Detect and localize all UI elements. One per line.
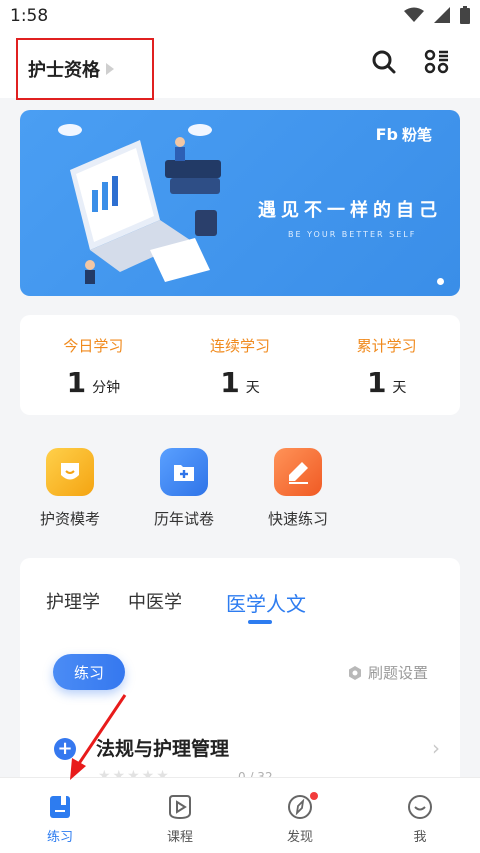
tab-medical-humanities[interactable]: 医学人文 — [226, 588, 306, 617]
stat-total: 累计学习 1 天 — [313, 315, 460, 415]
banner-subtitle: BE YOUR BETTER SELF — [288, 230, 417, 239]
shortcut-label: 快速练习 — [267, 510, 328, 528]
wifi-icon — [404, 7, 424, 22]
profile-smile-icon — [405, 792, 435, 822]
category-menu-icon[interactable] — [423, 48, 451, 76]
status-bar: 1:58 — [0, 0, 480, 34]
courses-play-icon — [165, 792, 195, 822]
stat-value: 1 — [220, 366, 240, 399]
chevron-right-icon: › — [432, 736, 440, 760]
mock-exam-icon — [46, 448, 94, 496]
study-stats-card: 今日学习 1 分钟 连续学习 1 天 累计学习 1 天 — [20, 315, 460, 415]
chapter-row[interactable]: + 法规与护理管理 › ★★★★★ 0 / 32 — [50, 732, 440, 784]
chapter-title: 法规与护理管理 — [96, 738, 230, 760]
banner-logo-mark: Fb — [375, 125, 398, 144]
shortcut-past-papers[interactable]: 历年试卷 — [144, 448, 224, 529]
search-icon[interactable] — [370, 48, 398, 76]
stat-label: 今日学习 — [63, 337, 124, 355]
expand-plus-icon[interactable]: + — [54, 738, 76, 760]
nav-me[interactable]: 我 — [360, 778, 480, 853]
stat-value: 1 — [366, 366, 387, 399]
past-papers-icon — [160, 448, 208, 496]
quick-practice-icon — [274, 448, 322, 496]
stat-label: 连续学习 — [210, 337, 271, 355]
tab-active-indicator — [248, 620, 272, 624]
stat-unit: 分钟 — [92, 380, 121, 396]
signal-icon — [434, 7, 450, 23]
banner-illustration — [58, 124, 221, 284]
shortcut-quick-practice[interactable]: 快速练习 — [258, 448, 338, 529]
shortcut-label: 护资模考 — [39, 510, 100, 528]
nav-label: 课程 — [166, 830, 193, 845]
header: 护士资格 — [0, 34, 480, 100]
nav-discover[interactable]: 发现 — [240, 778, 360, 853]
shortcut-label: 历年试卷 — [153, 510, 214, 528]
nav-label: 练习 — [46, 830, 73, 845]
stat-value: 1 — [66, 366, 87, 399]
stat-streak: 连续学习 1 天 — [167, 315, 314, 415]
stat-label: 累计学习 — [356, 337, 417, 355]
stat-unit: 天 — [245, 380, 260, 396]
nav-label: 我 — [413, 830, 427, 845]
settings-label: 刷题设置 — [367, 664, 428, 682]
status-icons — [404, 6, 470, 24]
promo-banner[interactable]: Fb 粉笔 遇见不一样的自己 BE YOUR BETTER SELF — [20, 110, 460, 296]
exam-title: 护士资格 — [28, 60, 100, 81]
banner-logo: Fb 粉笔 — [376, 124, 432, 145]
settings-icon — [348, 665, 361, 680]
battery-icon — [460, 6, 470, 24]
shortcut-mock-exam[interactable]: 护资模考 — [30, 448, 110, 529]
practice-book-icon — [45, 792, 75, 822]
nav-courses[interactable]: 课程 — [120, 778, 240, 853]
shortcut-grid: 护资模考 历年试卷 快速练习 — [20, 448, 350, 538]
practice-card: 护理学 中医学 医学人文 练习 刷题设置 + 法规与护理管理 › ★★★★★ 0… — [20, 558, 460, 798]
bottom-nav: 练习 课程 发现 我 — [0, 777, 480, 853]
banner-logo-text: 粉笔 — [401, 126, 432, 144]
notification-dot — [310, 792, 318, 800]
stat-today: 今日学习 1 分钟 — [20, 315, 167, 415]
practice-mode-button[interactable]: 练习 — [53, 654, 125, 690]
nav-label: 发现 — [286, 830, 313, 845]
nav-practice[interactable]: 练习 — [0, 778, 120, 853]
stat-unit: 天 — [392, 380, 407, 396]
subject-tabs: 护理学 中医学 医学人文 — [20, 588, 460, 628]
carousel-indicator[interactable] — [437, 278, 444, 285]
banner-slogan: 遇见不一样的自己 — [258, 200, 442, 221]
exam-selector[interactable]: 护士资格 — [16, 38, 154, 100]
caret-right-icon — [106, 63, 114, 75]
practice-settings-button[interactable]: 刷题设置 — [348, 662, 428, 683]
status-time: 1:58 — [10, 6, 49, 26]
tab-tcm[interactable]: 中医学 — [128, 588, 182, 614]
tab-nursing[interactable]: 护理学 — [46, 588, 100, 614]
